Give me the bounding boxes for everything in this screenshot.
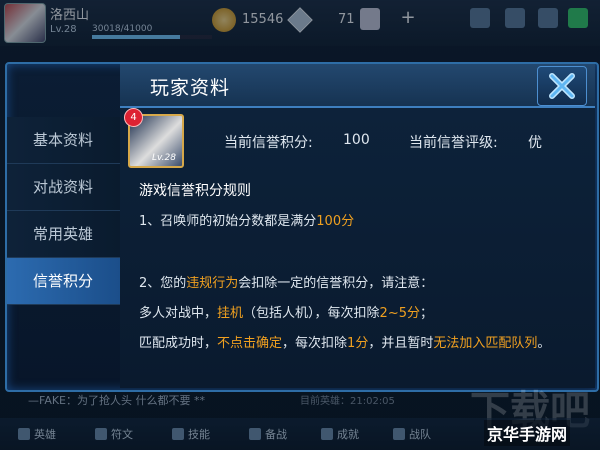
hero-icon (18, 428, 30, 440)
rule-line-2: 2、您的违规行为会扣除一定的信誉积分，请注意： (139, 276, 434, 291)
tab-common-heroes[interactable]: 常用英雄 (7, 211, 120, 258)
credit-rating-value: 优 (528, 135, 542, 151)
nav-heroes[interactable]: 英雄 (18, 426, 56, 442)
ticket-amount: 71 (338, 12, 355, 27)
rules-title: 游戏信誉积分规则 (139, 183, 251, 199)
wifi-icon (568, 8, 588, 28)
site-watermark: 京华手游网 (484, 420, 571, 446)
plus-icon[interactable]: + (398, 8, 418, 28)
close-button[interactable] (537, 66, 587, 106)
gold-coin-icon (212, 8, 236, 32)
tab-battle-info[interactable]: 对战资料 (7, 164, 120, 211)
nav-skills[interactable]: 技能 (172, 426, 210, 442)
gear-icon[interactable] (538, 8, 558, 28)
gold-amount: 15546 (242, 12, 284, 27)
rune-icon (95, 428, 107, 440)
dialog-title-bar: 玩家资料 (120, 64, 595, 108)
profile-avatar: 4 Lv.28 (124, 108, 184, 168)
profile-sidebar: 基本资料 对战资料 常用英雄 信誉积分 (7, 117, 120, 305)
team-icon (393, 428, 405, 440)
tab-credit-score[interactable]: 信誉积分 (7, 258, 120, 305)
skill-icon (172, 428, 184, 440)
player-profile-dialog: 玩家资料 基本资料 对战资料 常用英雄 信誉积分 4 Lv.28 当前信誉积分:… (5, 62, 599, 392)
exp-bar (92, 35, 212, 39)
tab-basic-info[interactable]: 基本资料 (7, 117, 120, 164)
player-level: Lv.28 (50, 24, 77, 35)
rule-line-1: 1、召唤师的初始分数都是满分100分 (139, 214, 355, 229)
player-exp: 30018/41000 (92, 24, 153, 34)
chat-info: 目前英雄：21:02:05 (300, 396, 395, 407)
nav-achievements[interactable]: 成就 (321, 426, 359, 442)
credit-score-value: 100 (343, 132, 370, 148)
chat-message[interactable]: —FAKE：为了抢人头 什么都不要 ** (28, 392, 205, 408)
rank-badge: 4 (124, 108, 143, 127)
mail-icon[interactable] (470, 8, 490, 28)
rule-line-4: 匹配成功时，不点击确定，每次扣除1分，并且暂时无法加入匹配队列。 (139, 336, 551, 351)
close-icon (549, 73, 575, 99)
diamond-icon (287, 7, 313, 33)
credit-score-panel: 4 Lv.28 当前信誉积分: 100 当前信誉评级: 优 游戏信誉积分规则 1… (120, 108, 595, 388)
rule-line-3: 多人对战中，挂机（包括人机），每次扣除2~5分； (139, 306, 433, 321)
nav-runes[interactable]: 符文 (95, 426, 133, 442)
avatar-level: Lv.28 (152, 153, 176, 163)
prepare-icon (249, 428, 261, 440)
friends-icon[interactable] (505, 8, 525, 28)
trophy-icon (321, 428, 333, 440)
nav-team[interactable]: 战队 (393, 426, 431, 442)
nav-prepare[interactable]: 备战 (249, 426, 287, 442)
dialog-title: 玩家资料 (150, 77, 231, 99)
player-name: 洛西山 (50, 8, 90, 23)
top-hud: 洛西山 Lv.28 30018/41000 15546 71 + (0, 0, 600, 46)
credit-score-label: 当前信誉积分: (224, 135, 313, 151)
player-avatar[interactable] (4, 3, 46, 43)
ticket-icon (360, 8, 380, 30)
credit-rating-label: 当前信誉评级: (409, 135, 498, 151)
